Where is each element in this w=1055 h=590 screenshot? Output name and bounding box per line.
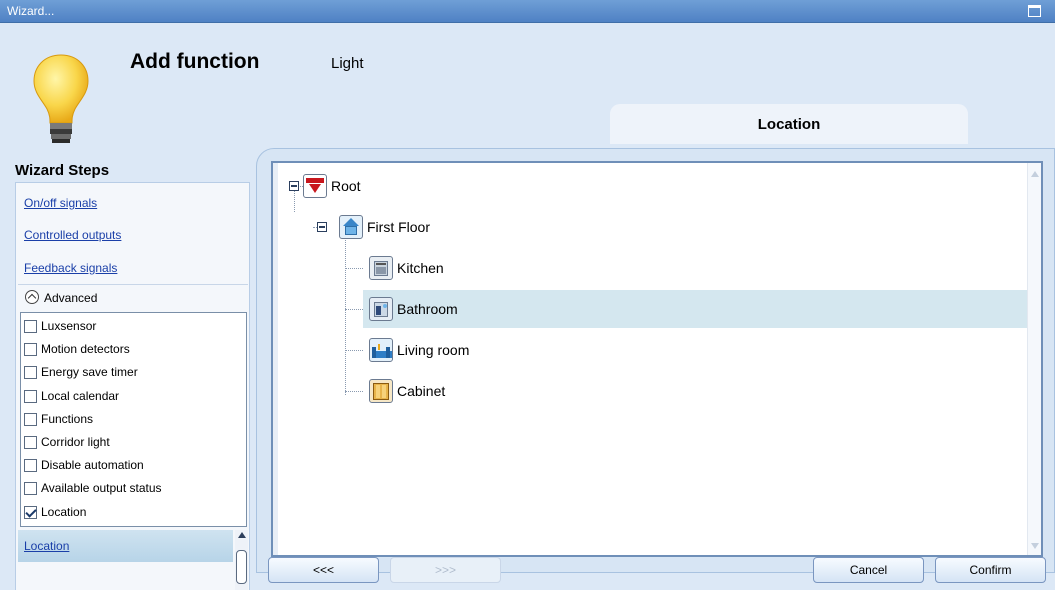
back-button[interactable]: <<<	[268, 557, 379, 583]
tree-node-living-room[interactable]: Living room	[369, 332, 469, 368]
checkbox[interactable]	[24, 389, 37, 403]
option-label: Motion detectors	[41, 342, 130, 356]
cancel-button[interactable]: Cancel	[813, 557, 924, 583]
tree-node-bathroom[interactable]: Bathroom	[369, 291, 458, 327]
confirm-button[interactable]: Confirm	[935, 557, 1046, 583]
location-tree: Root First Floor Kitchen Bathroom Living…	[271, 161, 1043, 557]
steps-scrollbar[interactable]	[235, 530, 248, 590]
checkbox[interactable]	[24, 412, 37, 426]
house-icon	[339, 215, 363, 239]
tree-connector	[345, 309, 363, 310]
scroll-thumb[interactable]	[236, 550, 247, 584]
tree-node-label: Root	[331, 178, 361, 194]
tree-gutter	[273, 163, 278, 555]
advanced-label: Advanced	[44, 291, 98, 305]
collapse-floor-icon[interactable]	[317, 222, 327, 232]
tree-connector	[345, 350, 363, 351]
step-link-feedback-signals[interactable]: Feedback signals	[24, 261, 117, 275]
option-label: Disable automation	[41, 458, 144, 472]
checkbox[interactable]	[24, 342, 37, 356]
checkbox[interactable]	[24, 481, 37, 495]
step-link-location[interactable]: Location	[24, 539, 69, 553]
function-type-label: Light	[331, 55, 364, 72]
checkbox[interactable]	[24, 319, 37, 333]
step-link-controlled-outputs[interactable]: Controlled outputs	[24, 228, 121, 242]
option-label: Luxsensor	[41, 319, 97, 333]
option-disable-automation[interactable]: Disable automation	[24, 455, 144, 475]
scroll-up-icon[interactable]	[1031, 171, 1039, 177]
light-bulb-icon	[33, 54, 89, 143]
option-label: Available output status	[41, 481, 162, 495]
checkbox[interactable]	[24, 458, 37, 472]
checkbox-checked[interactable]	[24, 505, 37, 519]
selected-row-highlight	[363, 290, 1027, 328]
tree-node-label: Kitchen	[397, 260, 444, 276]
option-local-calendar[interactable]: Local calendar	[24, 386, 119, 406]
page-title: Add function	[130, 50, 260, 73]
bathroom-icon	[369, 297, 393, 321]
collapse-root-icon[interactable]	[289, 181, 299, 191]
tree-connector	[345, 268, 363, 269]
advanced-options-list: Luxsensor Motion detectors Energy save t…	[20, 312, 247, 527]
tree-node-label: Cabinet	[397, 383, 446, 399]
tab-location[interactable]: Location	[610, 104, 968, 144]
option-label: Location	[41, 505, 87, 519]
option-available-output-status[interactable]: Available output status	[24, 478, 162, 498]
tree-connector	[345, 227, 346, 395]
option-label: Energy save timer	[41, 365, 138, 379]
checkbox[interactable]	[24, 435, 37, 449]
tree-node-kitchen[interactable]: Kitchen	[369, 250, 444, 286]
wizard-body: Add function Light Location Wizard Steps…	[0, 23, 1055, 590]
tree-node-label: Living room	[397, 342, 470, 358]
option-label: Local calendar	[41, 389, 120, 403]
wizard-steps-panel: On/off signals Controlled outputs Feedba…	[15, 182, 250, 590]
title-bar: Wizard...	[0, 0, 1055, 23]
cabinet-icon	[369, 379, 393, 403]
maximize-icon[interactable]	[1028, 5, 1041, 17]
tree-scrollbar[interactable]	[1027, 163, 1041, 555]
window-title: Wizard...	[7, 4, 55, 18]
scroll-down-icon[interactable]	[1031, 543, 1039, 549]
option-motion-detectors[interactable]: Motion detectors	[24, 339, 130, 359]
kitchen-stove-icon	[369, 256, 393, 280]
option-label: Functions	[41, 412, 94, 426]
step-link-onoff-signals[interactable]: On/off signals	[24, 196, 97, 210]
tree-node-cabinet[interactable]: Cabinet	[369, 373, 445, 409]
sofa-icon	[369, 338, 393, 362]
current-step-location[interactable]: Location	[18, 530, 233, 562]
option-corridor-light[interactable]: Corridor light	[24, 432, 110, 452]
advanced-section-header[interactable]: Advanced	[18, 284, 248, 310]
wizard-steps-title: Wizard Steps	[15, 162, 110, 179]
option-energy-save-timer[interactable]: Energy save timer	[24, 362, 138, 382]
tree-node-root[interactable]: Root	[303, 168, 361, 204]
tree-node-label: Bathroom	[397, 301, 458, 317]
company-logo-icon	[303, 174, 327, 198]
tree-connector	[345, 391, 363, 392]
scroll-up-icon[interactable]	[238, 532, 246, 538]
option-label: Corridor light	[41, 435, 110, 449]
tree-node-label: First Floor	[367, 219, 430, 235]
option-functions[interactable]: Functions	[24, 409, 93, 429]
checkbox[interactable]	[24, 365, 37, 379]
collapse-chevron-icon[interactable]	[25, 290, 39, 304]
tab-location-label: Location	[757, 116, 821, 133]
next-button[interactable]: >>>	[390, 557, 501, 583]
location-panel: Root First Floor Kitchen Bathroom Living…	[256, 148, 1055, 573]
option-location[interactable]: Location	[24, 502, 86, 522]
tree-node-first-floor[interactable]: First Floor	[339, 209, 430, 245]
option-luxsensor[interactable]: Luxsensor	[24, 316, 96, 336]
